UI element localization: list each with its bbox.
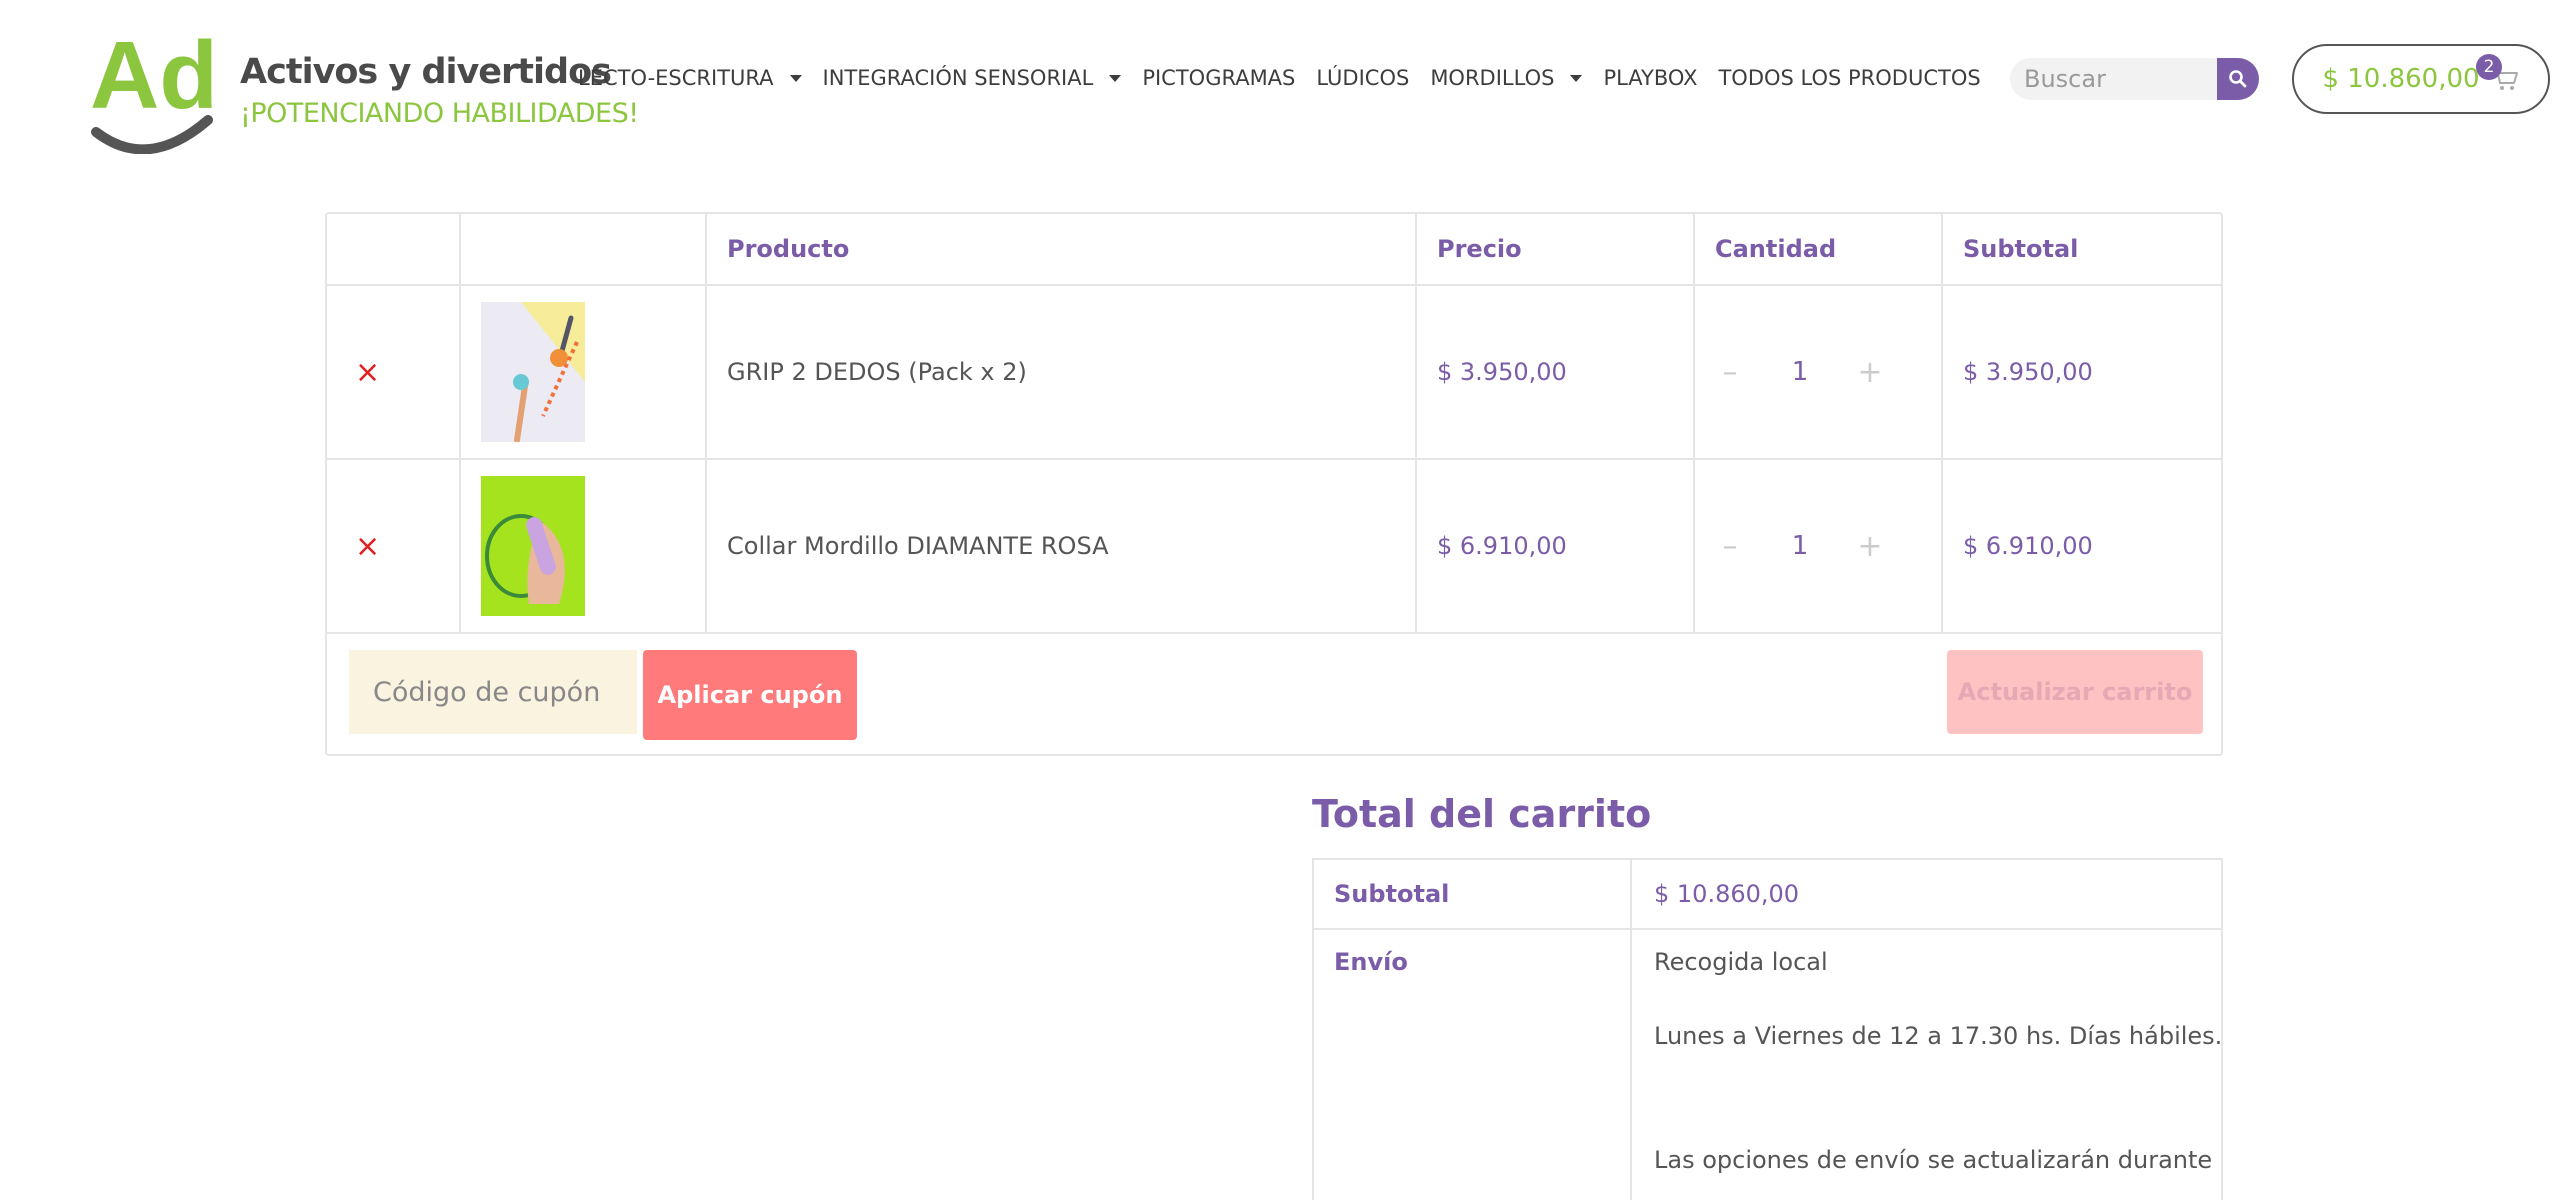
brand-name: Activos y divertidos [240,52,612,92]
nav-item-integracion-sensorial[interactable]: INTEGRACIÓN SENSORIAL [823,66,1122,90]
site-header: Ad Activos y divertidos ¡POTENCIANDO HAB… [0,0,2560,160]
header-remove-cell [327,214,461,284]
brand-tagline: ¡POTENCIANDO HABILIDADES! [240,98,639,129]
header-subtotal: Subtotal [1963,235,2079,263]
main-nav: LECTO-ESCRITURA INTEGRACIÓN SENSORIAL PI… [578,60,2002,96]
quantity-cell: – 1 + [1695,286,1943,458]
totals-subtotal-row: Subtotal $ 10.860,00 [1314,860,2221,930]
nav-item-label: LÚDICOS [1316,66,1410,90]
cart-totals-title: Total del carrito [1312,792,1652,836]
remove-item-button[interactable]: × [327,529,380,564]
nav-item-label: INTEGRACIÓN SENSORIAL [822,66,1094,90]
shipping-note: Las opciones de envío se actualizarán du… [1654,1146,2213,1174]
update-cart-button[interactable]: Actualizar carrito [1947,650,2203,734]
thumbnail-cell [461,286,707,458]
product-subtotal: $ 6.910,00 [1963,532,2093,560]
quantity-value[interactable]: 1 [1745,357,1855,387]
product-name[interactable]: GRIP 2 DEDOS (Pack x 2) [707,286,1417,458]
quantity-decrement-button[interactable]: – [1715,355,1745,390]
product-thumbnail[interactable] [481,476,585,616]
header-quantity: Cantidad [1695,214,1943,284]
header-price: Precio [1417,214,1695,284]
coupon-code-input[interactable] [349,650,637,734]
nav-item-playbox[interactable]: PLAYBOX [1603,66,1697,90]
product-price: $ 3.950,00 [1417,286,1695,458]
product-price: $ 6.910,00 [1417,460,1695,632]
quantity-stepper: – 1 + [1695,529,1885,564]
nav-item-label: TODOS LOS PRODUCTOS [1718,66,1981,90]
caret-down-icon [1570,74,1583,82]
quantity-stepper: – 1 + [1695,355,1885,390]
mini-cart-total: $ 10.860,00 [2322,64,2480,94]
quantity-cell: – 1 + [1695,460,1943,632]
cart-item-row: × Collar Mordillo DIAMANTE ROSA $ 6.910,… [327,460,2221,634]
caret-down-icon [1109,74,1122,82]
logo-mark: Ad [88,22,228,155]
apply-coupon-button[interactable]: Aplicar cupón [643,650,857,740]
logo-letters: Ad [90,22,218,129]
nav-item-lecto-escritura[interactable]: LECTO-ESCRITURA [578,66,802,90]
nav-item-label: PICTOGRAMAS [1142,66,1296,90]
product-name[interactable]: Collar Mordillo DIAMANTE ROSA [707,460,1417,632]
search-icon [2229,70,2247,88]
thumbnail-cell [461,460,707,632]
quantity-increment-button[interactable]: + [1855,529,1885,564]
mini-cart-button[interactable]: $ 10.860,00 [2292,44,2550,114]
nav-item-mordillos[interactable]: MORDILLOS [1430,66,1583,90]
quantity-decrement-button[interactable]: – [1715,529,1745,564]
caret-down-icon [789,74,802,82]
nav-item-label: LECTO-ESCRITURA [578,66,774,90]
shipping-hours: Lunes a Viernes de 12 a 17.30 hs. Días h… [1654,1022,2223,1050]
header-thumbnail-cell [461,214,707,284]
totals-subtotal-value: $ 10.860,00 [1654,880,1800,908]
search-input[interactable] [2024,58,2204,100]
remove-cell: × [327,460,461,632]
cart-totals-table: Subtotal $ 10.860,00 Envío Recogida loca… [1312,858,2223,1200]
nav-item-label: MORDILLOS [1430,66,1555,90]
totals-subtotal-label: Subtotal [1314,860,1632,928]
remove-cell: × [327,286,461,458]
site-logo[interactable]: Ad Activos y divertidos ¡POTENCIANDO HAB… [88,22,639,155]
cart-item-row: × GRIP 2 DEDOS (Pack x 2) $ 3.950,00 – 1… [327,286,2221,460]
cart-header-row: Producto Precio Cantidad Subtotal [327,214,2221,286]
quantity-increment-button[interactable]: + [1855,355,1885,390]
totals-shipping-label: Envío [1314,930,1632,1200]
cart-count-badge: 2 [2476,54,2502,80]
shipping-method: Recogida local [1654,948,1828,976]
cart-table: Producto Precio Cantidad Subtotal × GRIP… [325,212,2223,756]
totals-shipping-row: Envío Recogida local Lunes a Viernes de … [1314,930,2223,1200]
nav-item-label: PLAYBOX [1603,66,1698,90]
logo-smile-icon: Ad [90,22,218,155]
product-thumbnail[interactable] [481,302,585,442]
totals-shipping-value: Recogida local Lunes a Viernes de 12 a 1… [1632,930,2223,1200]
product-subtotal: $ 3.950,00 [1963,358,2093,386]
nav-item-todos-los-productos[interactable]: TODOS LOS PRODUCTOS [1718,66,1980,90]
header-product: Producto [707,214,1417,284]
quantity-value[interactable]: 1 [1745,531,1855,561]
nav-item-pictogramas[interactable]: PICTOGRAMAS [1142,66,1295,90]
nav-item-ludicos[interactable]: LÚDICOS [1316,66,1409,90]
remove-item-button[interactable]: × [327,355,380,390]
search-button[interactable] [2217,58,2259,100]
